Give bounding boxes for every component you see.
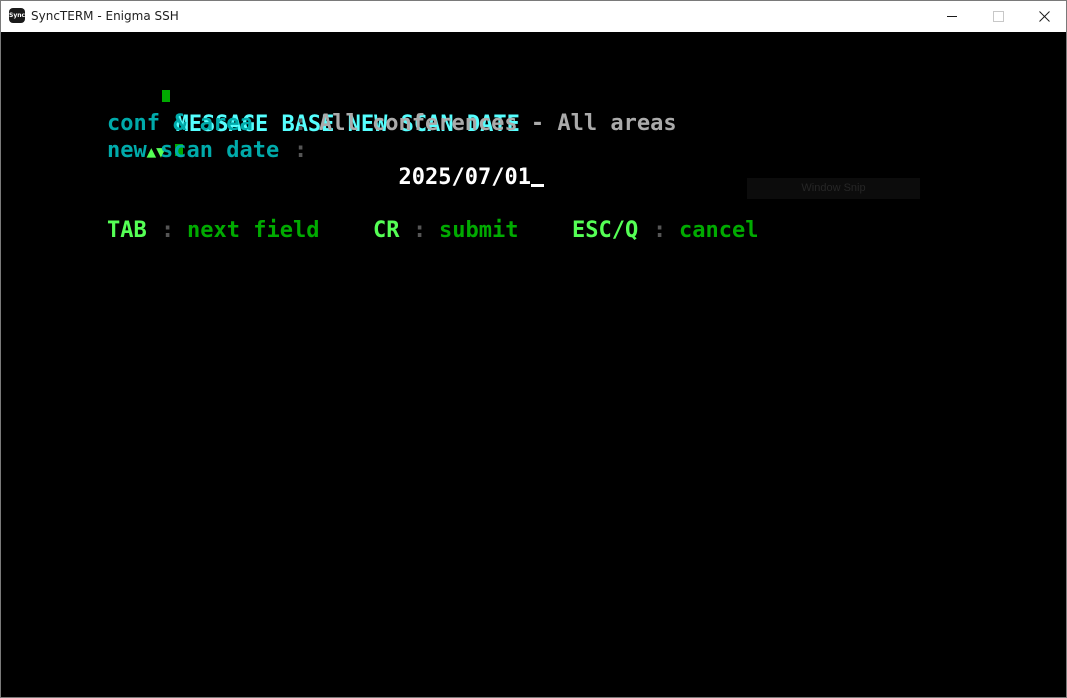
syncterm-app-icon[interactable]: Sync xyxy=(9,8,25,23)
minimize-button[interactable] xyxy=(929,1,975,32)
help-cr-separator: : xyxy=(413,218,427,243)
field-conf-area-label: conf & area xyxy=(107,111,253,136)
close-icon xyxy=(1039,11,1050,22)
field-conf-area-value[interactable]: All conferences - All areas xyxy=(319,110,677,137)
help-tab-separator: : xyxy=(161,218,175,243)
heading-left-block-icon xyxy=(162,90,171,102)
maximize-button[interactable] xyxy=(975,1,1021,32)
field-scan-date-label: new scan date xyxy=(107,138,280,163)
scan-date-value: 2025/07/01 xyxy=(398,165,531,190)
terminal-screen[interactable]: MESSAGE BASE NEW SCAN DATE ▲▼ conf & are… xyxy=(1,32,1066,697)
scan-date-input[interactable]: 2025/07/01 xyxy=(319,137,544,218)
window-title: SyncTERM - Enigma SSH xyxy=(31,9,179,23)
field-conf-area-separator: : xyxy=(294,111,308,136)
help-esc-action: cancel xyxy=(679,218,759,243)
syncterm-window: Sync SyncTERM - Enigma SSH MESSAGE BASE … xyxy=(0,0,1067,698)
help-tab-action: next field xyxy=(187,218,320,243)
window-snip-tooltip: Window Snip xyxy=(747,178,920,199)
help-tab-key: TAB xyxy=(107,218,147,243)
help-esc-separator: : xyxy=(653,218,667,243)
field-scan-date-separator: : xyxy=(294,138,308,163)
title-bar[interactable]: Sync SyncTERM - Enigma SSH xyxy=(1,1,1066,32)
help-cr-key: CR xyxy=(373,218,400,243)
text-cursor xyxy=(530,184,544,187)
maximize-icon xyxy=(993,11,1004,22)
close-button[interactable] xyxy=(1021,1,1067,32)
help-esc-key: ESC/Q xyxy=(572,218,639,243)
help-cr-action: submit xyxy=(439,218,519,243)
minimize-icon xyxy=(947,16,957,17)
